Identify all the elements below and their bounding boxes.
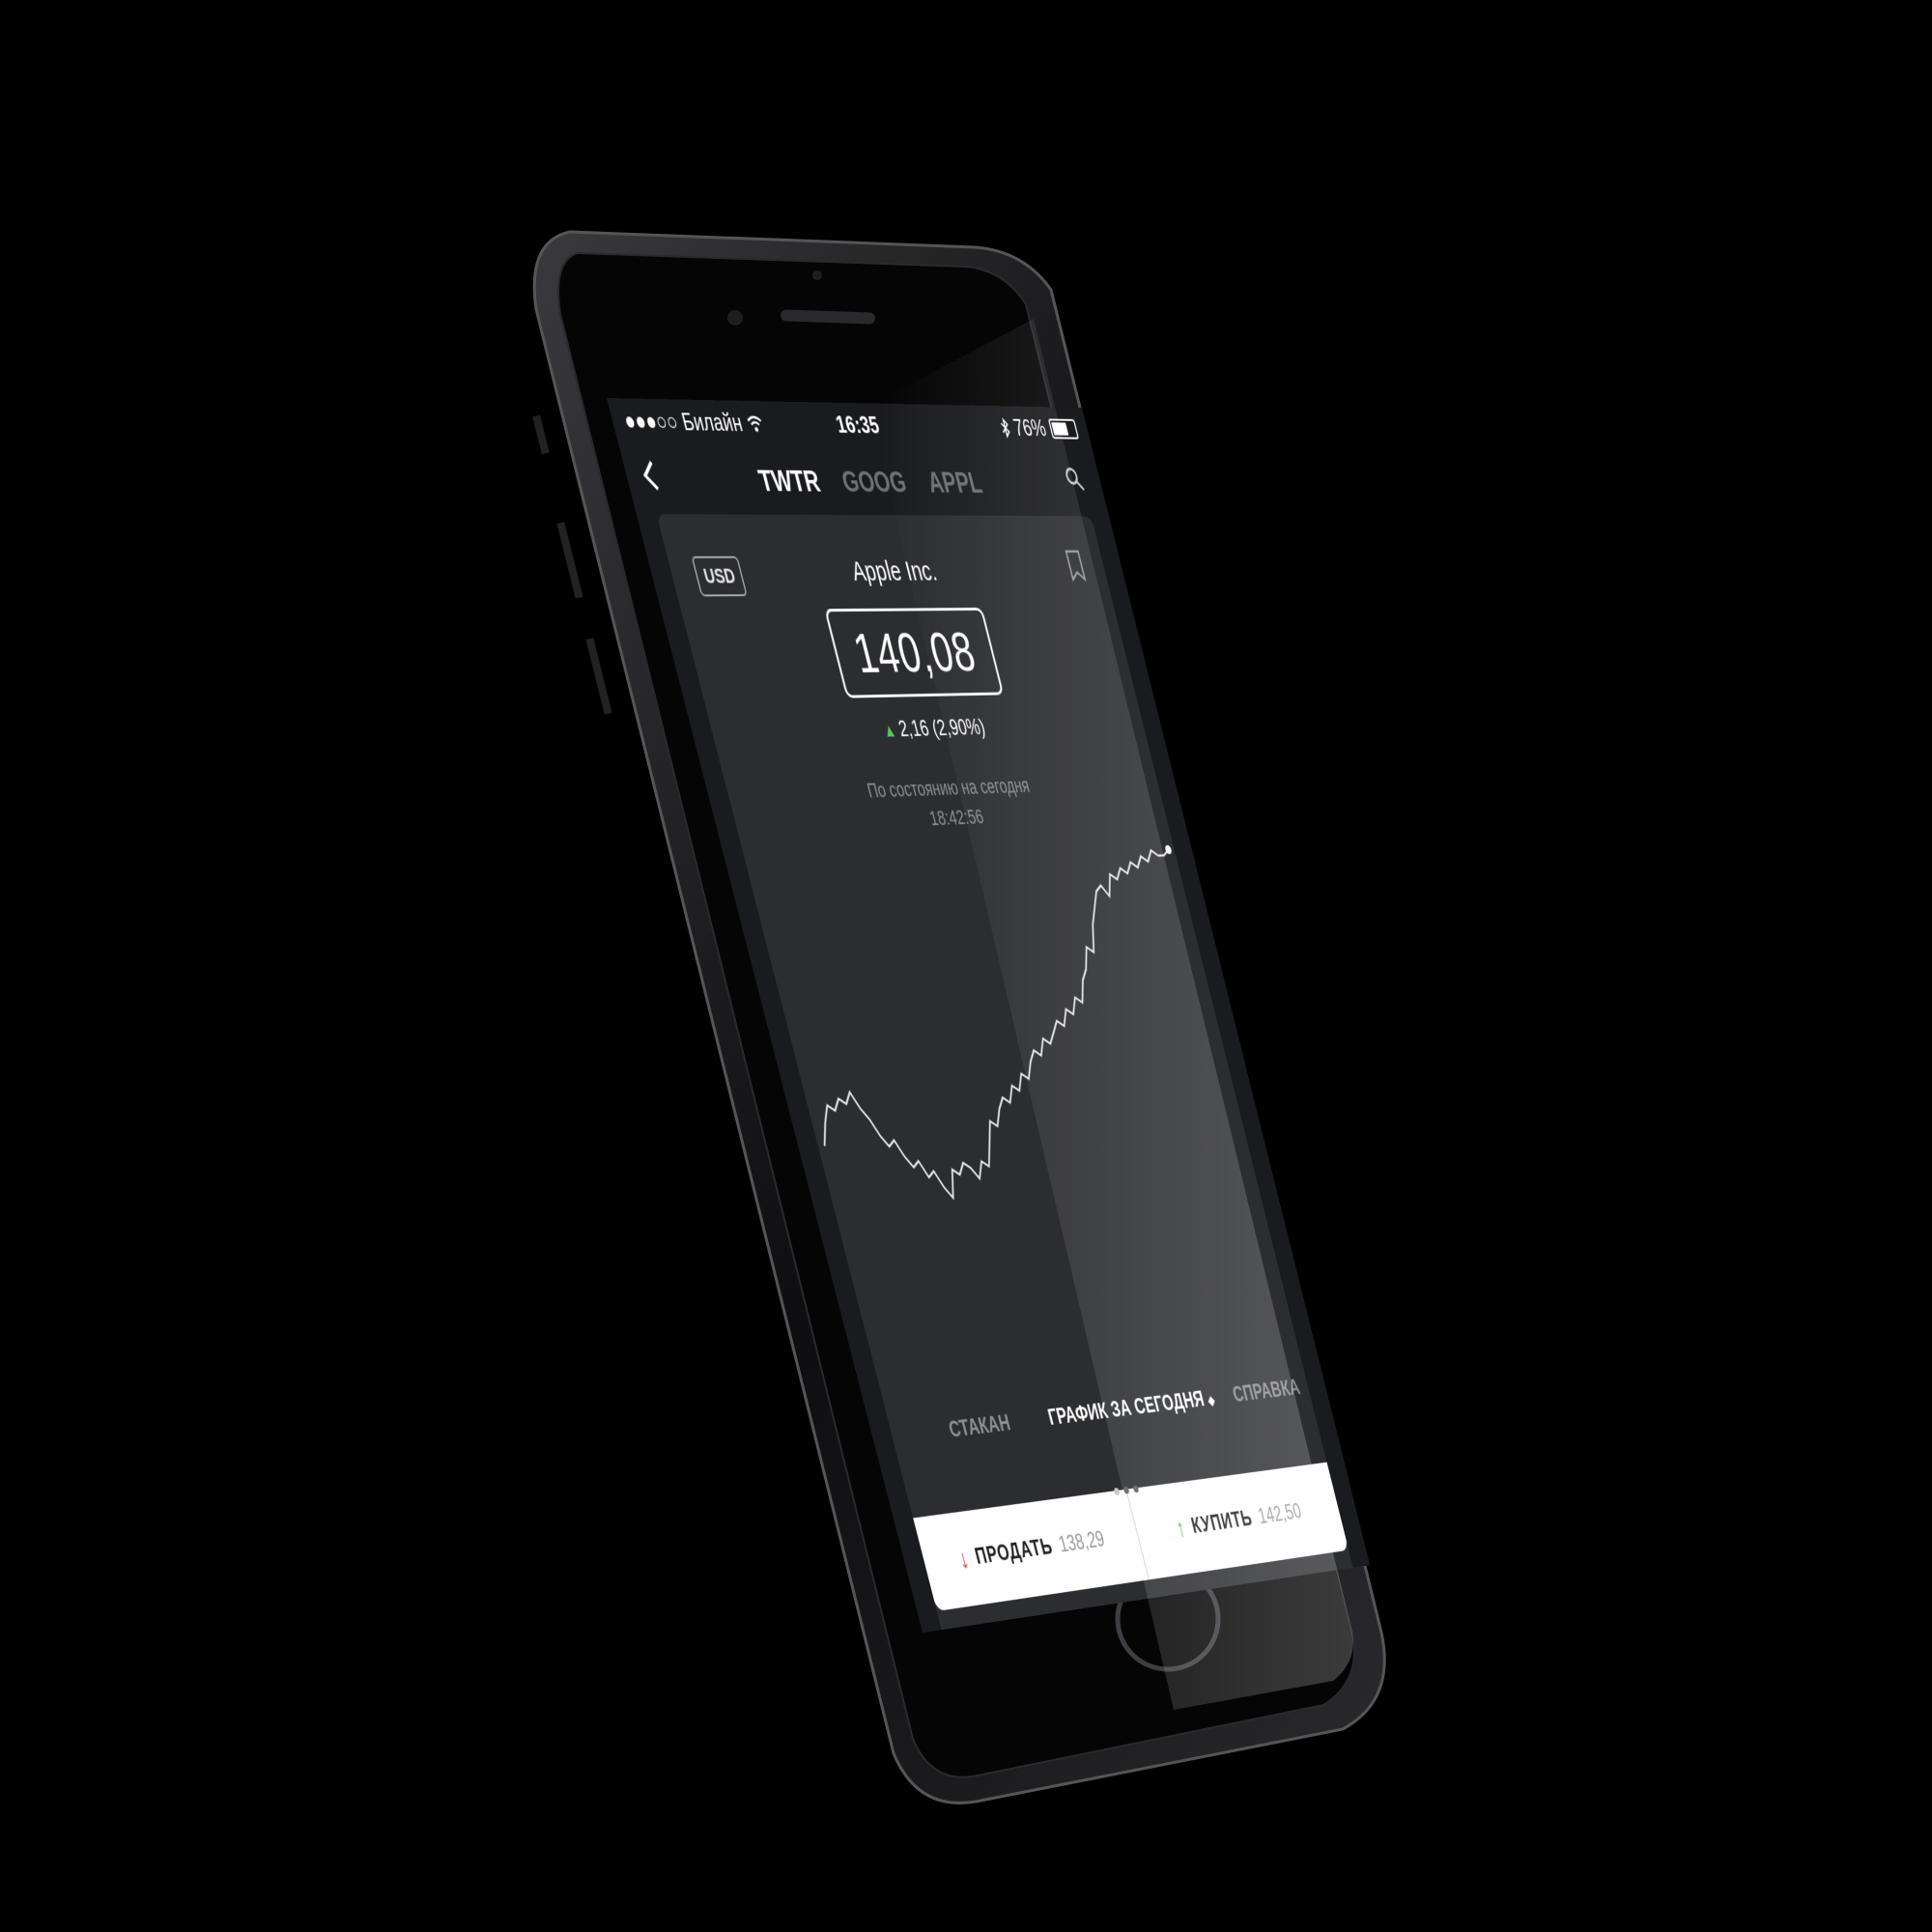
as-of-info: По состоянию на сегодня 18:42:56 xyxy=(724,767,1168,841)
front-camera xyxy=(727,310,743,326)
sort-toggle-icon: ◆ xyxy=(1207,1393,1216,1408)
price-series-line xyxy=(753,850,1248,1208)
phone-mockup-scene: ●●●○○ Билайн 16:35 76% TWTR GOOG APPL US… xyxy=(0,0,1932,1932)
current-price: 140,08 xyxy=(824,608,1004,698)
sell-label: ПРОДАТЬ xyxy=(973,1534,1056,1571)
battery-percent: 76% xyxy=(1010,413,1049,442)
price-change-value: 2,16 (2,90%) xyxy=(896,715,988,742)
down-arrow-icon: ↓ xyxy=(955,1544,972,1575)
battery-level xyxy=(1051,422,1068,435)
tab-order-book[interactable]: СТАКАН xyxy=(947,1410,1013,1443)
ticker-tabs: TWTR GOOG APPL xyxy=(623,462,1105,500)
price-change: ▲2,16 (2,90%) xyxy=(709,711,1146,748)
sensor xyxy=(812,270,822,280)
price-chart[interactable] xyxy=(745,840,1257,1218)
tab-goog[interactable]: GOOG xyxy=(838,465,910,499)
tab-info[interactable]: СПРАВКА xyxy=(1231,1376,1303,1408)
mute-switch xyxy=(532,415,549,455)
page-dot xyxy=(1123,1487,1130,1494)
up-arrow-icon: ↑ xyxy=(1173,1514,1188,1544)
battery-icon xyxy=(1048,418,1079,439)
tab-chart-today[interactable]: ГРАФИК ЗА СЕГОДНЯ ◆ xyxy=(1045,1385,1216,1431)
buy-label: КУПИТЬ xyxy=(1189,1506,1255,1540)
top-navigation: TWTR GOOG APPL xyxy=(618,444,1108,514)
buy-price: 142,50 xyxy=(1256,1499,1304,1530)
tab-appl[interactable]: APPL xyxy=(924,466,985,500)
up-triangle-icon: ▲ xyxy=(881,721,898,742)
volume-down xyxy=(585,638,611,715)
tab-chart-today-label: ГРАФИК ЗА СЕГОДНЯ xyxy=(1045,1387,1207,1431)
company-name: Apple Inc. xyxy=(668,555,1109,588)
tab-twtr[interactable]: TWTR xyxy=(755,464,824,499)
page-dot xyxy=(1132,1485,1139,1492)
volume-up xyxy=(556,522,582,599)
sell-price: 138,29 xyxy=(1056,1526,1107,1558)
page-dot xyxy=(1114,1488,1121,1495)
